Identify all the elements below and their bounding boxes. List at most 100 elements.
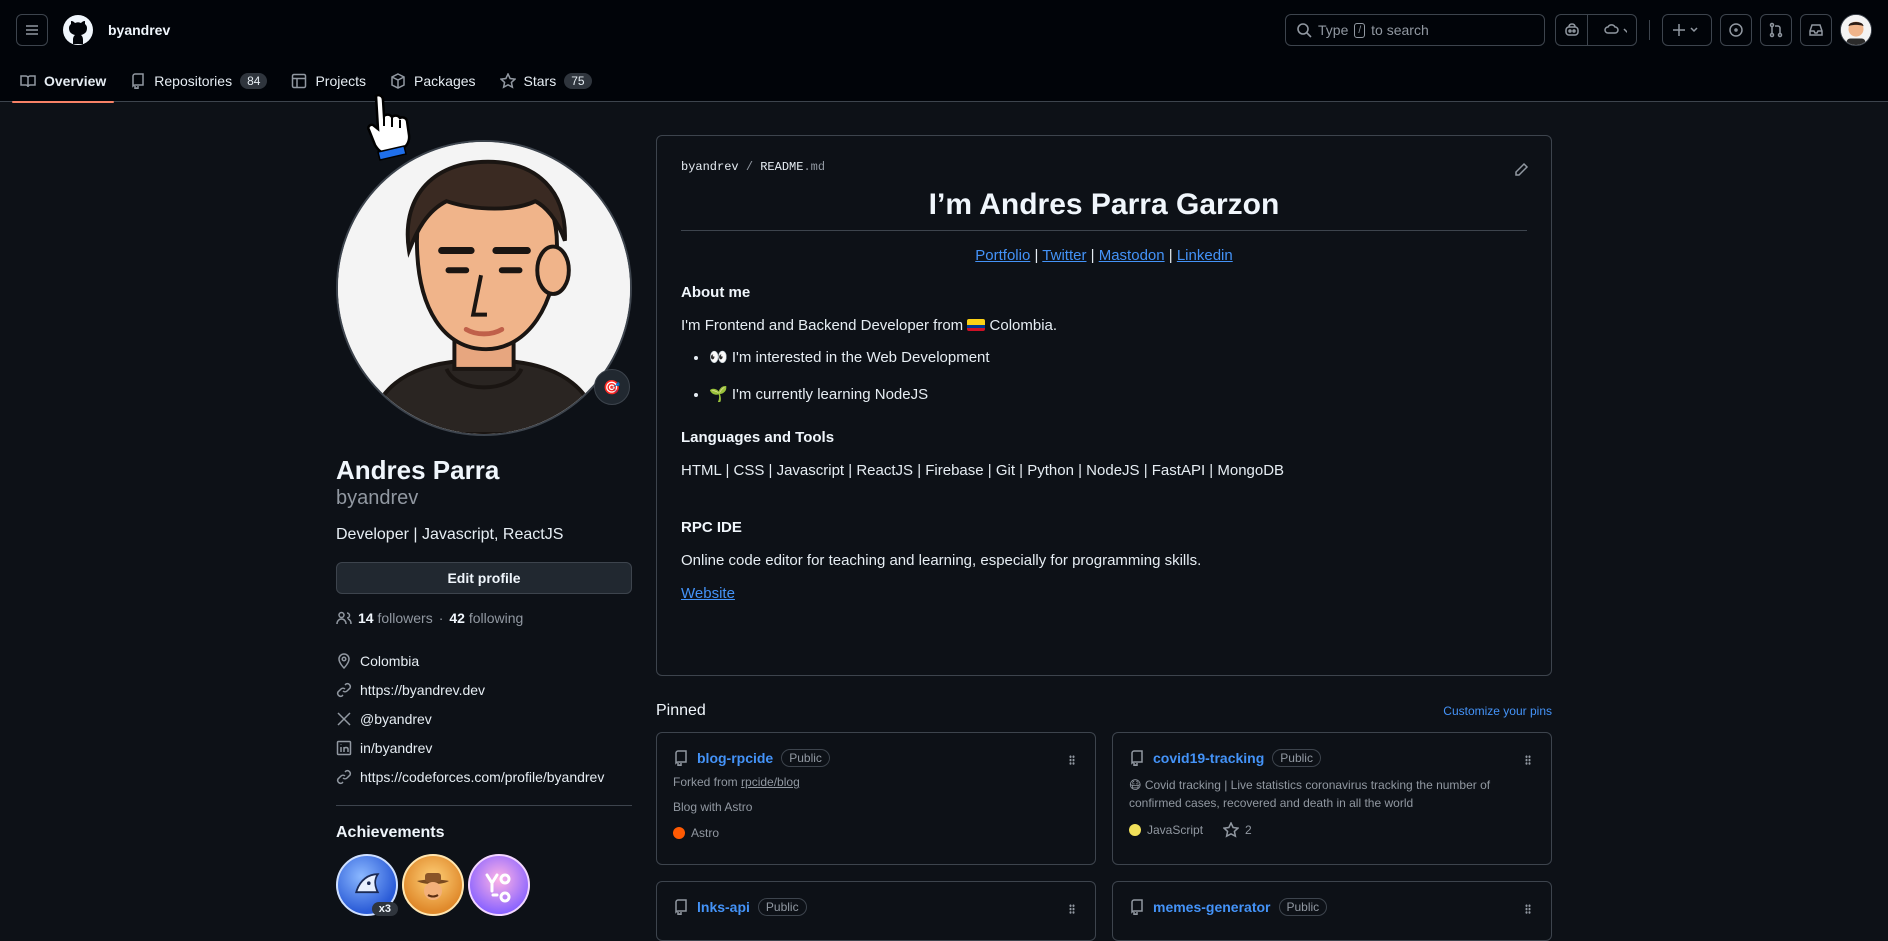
repositories-counter: 84 <box>240 73 268 89</box>
following-label: following <box>468 610 524 626</box>
tab-repositories[interactable]: Repositories 84 <box>122 60 275 102</box>
repo-icon <box>132 73 145 89</box>
drag-handle-icon[interactable] <box>1525 904 1531 914</box>
hand-pointer-cursor-icon <box>367 93 411 161</box>
plus-icon <box>1673 24 1698 36</box>
profile-tabs: Overview Repositories 84 Projects Packag… <box>0 60 1888 103</box>
linkedin-icon <box>336 740 352 755</box>
inbox-icon <box>1809 24 1823 36</box>
about-bullet: 🌱 I'm currently learning NodeJS <box>709 385 1527 403</box>
fork-source-link[interactable]: rpcide/blog <box>741 775 800 789</box>
link-icon <box>336 682 352 697</box>
rpc-heading: RPC IDE <box>681 519 742 536</box>
detail-website[interactable]: https://byandrev.dev <box>336 675 632 704</box>
repo-stars[interactable]: 2 <box>1245 823 1252 837</box>
status-emoji-button[interactable]: 🎯 <box>594 369 630 405</box>
tools-heading: Languages and Tools <box>681 429 835 446</box>
copilot-icon <box>1564 23 1579 36</box>
achievement-pull-shark[interactable]: x3 <box>336 854 398 916</box>
search-prefix: Type <box>1318 22 1349 38</box>
issues-button[interactable] <box>1720 14 1752 46</box>
link-icon <box>336 769 352 784</box>
language-color-dot <box>1129 824 1141 836</box>
search-suffix: to search <box>1371 22 1429 38</box>
fork-info: Forked from rpcide/blog <box>673 775 1079 789</box>
pinned-card: lnks-api Public <box>656 881 1096 941</box>
repo-link[interactable]: covid19-tracking <box>1153 750 1264 766</box>
copilot-button[interactable] <box>1555 14 1587 46</box>
profile-login: byandrev <box>336 487 419 509</box>
edit-profile-button[interactable]: Edit profile <box>336 562 632 594</box>
repo-meta: Astro <box>673 826 1079 840</box>
tab-projects[interactable]: Projects <box>283 60 374 102</box>
inbox-button[interactable] <box>1800 14 1832 46</box>
website-link[interactable]: Website <box>681 585 735 602</box>
stars-counter: 75 <box>564 73 592 89</box>
profile-details: Colombia https://byandrev.dev @byandrev … <box>336 646 632 791</box>
github-logo-icon[interactable] <box>62 14 94 46</box>
twitter-link[interactable]: Twitter <box>1042 247 1086 264</box>
achievements-list: x3 <box>336 854 632 916</box>
issue-icon <box>1729 23 1743 37</box>
link-separator: | <box>1034 247 1039 264</box>
tab-stars[interactable]: Stars 75 <box>492 60 600 102</box>
follow-separator: · <box>438 610 444 626</box>
detail-text: https://byandrev.dev <box>360 681 486 698</box>
readme-file-link[interactable]: README.md <box>760 160 825 174</box>
achievement-yolo[interactable] <box>468 854 530 916</box>
linkedin-link[interactable]: Linkedin <box>1177 247 1233 264</box>
rpc-text: Online code editor for teaching and lear… <box>681 552 1202 569</box>
following-count: 42 <box>449 610 465 626</box>
readme-card: byandrev / README.md I’m Andres Parra Ga… <box>656 135 1552 676</box>
create-new-button[interactable] <box>1662 14 1712 46</box>
followers-link[interactable]: 14 followers <box>358 610 433 626</box>
cloud-icon <box>1604 24 1627 34</box>
user-avatar[interactable] <box>1840 14 1872 46</box>
package-icon <box>391 73 405 89</box>
repo-icon <box>1131 899 1143 915</box>
repo-link[interactable]: blog-rpcide <box>697 750 773 766</box>
tab-overview[interactable]: Overview <box>12 60 115 103</box>
about-text: I'm Frontend and Backend Developer from … <box>681 317 1527 334</box>
sidebar-divider <box>336 805 632 806</box>
menu-button[interactable] <box>16 14 48 46</box>
repo-language: JavaScript <box>1147 823 1204 837</box>
pull-requests-button[interactable] <box>1760 14 1792 46</box>
portfolio-link[interactable]: Portfolio <box>975 247 1030 264</box>
edit-readme-pencil-icon[interactable] <box>1513 162 1529 178</box>
readme-path-sep: / <box>745 160 754 174</box>
fork-prefix: Forked from <box>673 775 738 789</box>
repo-link[interactable]: lnks-api <box>697 899 750 915</box>
repo-link[interactable]: memes-generator <box>1153 899 1271 915</box>
detail-text: @byandrev <box>360 710 432 727</box>
avatar-illustration <box>338 142 630 434</box>
detail-linkedin[interactable]: in/byandrev <box>336 733 632 762</box>
detail-codeforces[interactable]: https://codeforces.com/profile/byandrev <box>336 762 632 791</box>
search-shortcut: / <box>1354 22 1366 38</box>
pinned-cards: blog-rpcide Public Forked from rpcide/bl… <box>656 732 1552 941</box>
copilot-menu-button[interactable] <box>1587 14 1637 46</box>
about-text-1: I'm Frontend and Backend Developer from <box>681 317 964 334</box>
profile-avatar[interactable] <box>336 140 632 436</box>
repo-icon <box>675 750 687 766</box>
search-input[interactable]: Type / to search <box>1285 14 1545 46</box>
readme-owner-link[interactable]: byandrev <box>681 160 739 174</box>
drag-handle-icon[interactable] <box>1069 904 1075 914</box>
drag-handle-icon[interactable] <box>1525 755 1531 765</box>
visibility-badge: Public <box>1272 749 1321 767</box>
achievements-title: Achievements <box>336 824 445 841</box>
tools-text: HTML | CSS | Javascript | ReactJS | Fire… <box>681 462 1285 479</box>
detail-x-account[interactable]: @byandrev <box>336 704 632 733</box>
shark-icon <box>355 873 380 894</box>
drag-handle-icon[interactable] <box>1069 755 1075 765</box>
achievement-quickdraw[interactable] <box>402 854 464 916</box>
visibility-badge: Public <box>781 749 830 767</box>
header-divider <box>1649 20 1650 40</box>
customize-pins-link[interactable]: Customize your pins <box>1443 704 1552 718</box>
following-link[interactable]: 42 following <box>449 610 523 626</box>
mastodon-link[interactable]: Mastodon <box>1099 247 1165 264</box>
readme-links: Portfolio | Twitter | Mastodon | Linkedi… <box>681 247 1527 264</box>
header-username[interactable]: byandrev <box>108 22 170 38</box>
about-heading: About me <box>681 284 751 301</box>
x-icon <box>337 711 351 726</box>
